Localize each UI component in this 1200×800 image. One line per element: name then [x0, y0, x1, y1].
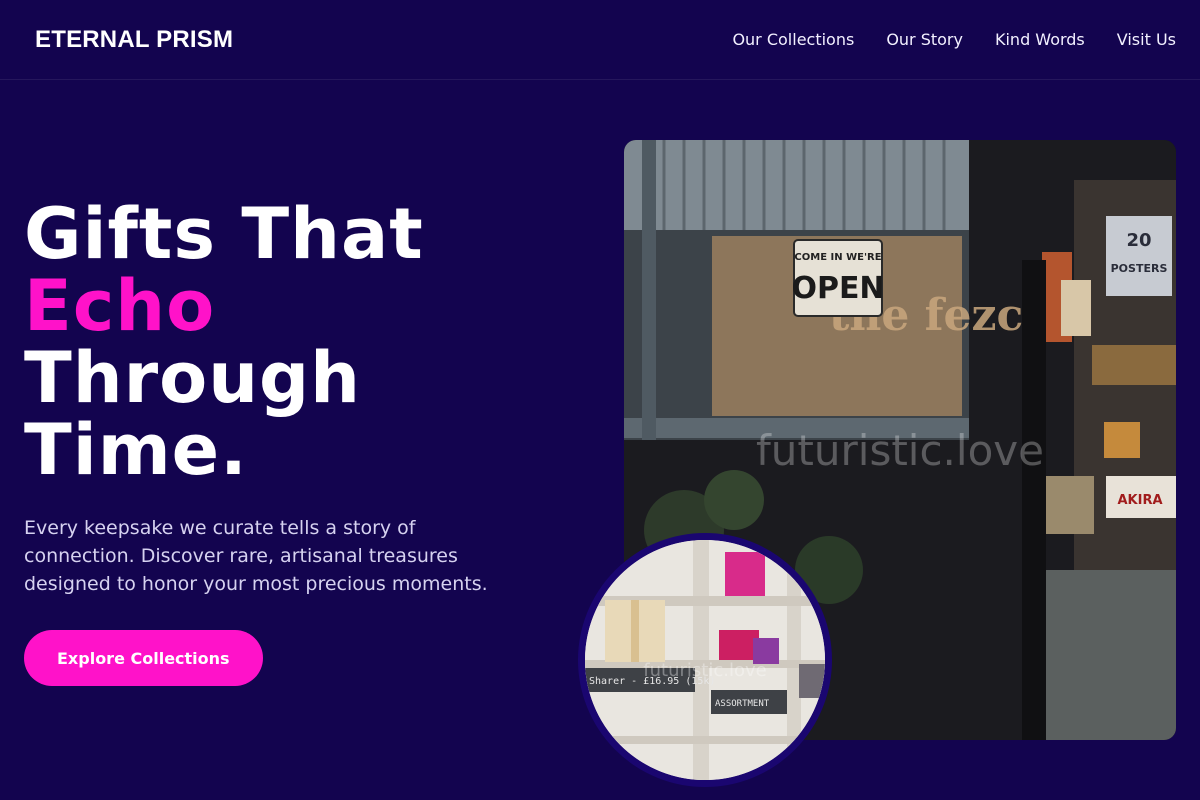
small-photo-watermark: futuristic.love: [643, 660, 766, 681]
site-header: ETERNAL PRISM Our Collections Our Story …: [0, 0, 1200, 80]
hero-title-line4: Time.: [24, 409, 248, 491]
nav-link-visit-us[interactable]: Visit Us: [1117, 30, 1176, 49]
hero-title-line1: Gifts That: [24, 193, 424, 275]
book-title: AKIRA: [1117, 493, 1162, 508]
open-sign-main-text: OPEN: [791, 271, 884, 306]
gift-shelf-photo: Sharer - £16.95 (15k) ASSORTMENT futuris…: [578, 533, 832, 787]
open-sign-top-text: COME IN WE'RE: [794, 252, 881, 263]
hero-title-accent: Echo: [24, 265, 216, 347]
poster-number: 20: [1126, 230, 1151, 251]
poster-text: POSTERS: [1111, 262, 1168, 275]
main-nav: Our Collections Our Story Kind Words Vis…: [732, 30, 1176, 49]
nav-link-our-collections[interactable]: Our Collections: [732, 30, 854, 49]
nav-link-our-story[interactable]: Our Story: [886, 30, 963, 49]
hero-title: Gifts That Echo Through Time.: [24, 198, 584, 486]
hero-description: Every keepsake we curate tells a story o…: [24, 517, 488, 595]
nav-link-kind-words[interactable]: Kind Words: [995, 30, 1085, 49]
explore-collections-button[interactable]: Explore Collections: [24, 630, 263, 686]
main-photo-watermark: futuristic.love: [756, 426, 1044, 475]
open-sign: COME IN WE'RE OPEN: [791, 239, 885, 317]
shelf-label-2: ASSORTMENT: [715, 699, 770, 709]
brand-logo[interactable]: ETERNAL PRISM: [35, 26, 233, 54]
hero-title-line3: Through: [24, 337, 361, 419]
hero-section: Gifts That Echo Through Time. Every keep…: [24, 198, 584, 686]
